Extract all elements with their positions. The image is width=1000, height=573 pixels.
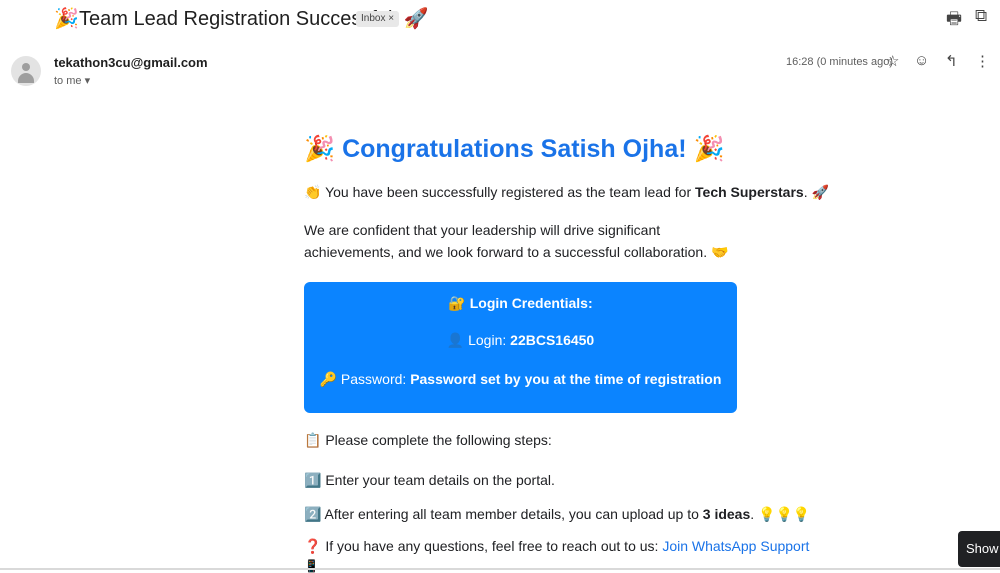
phone-icon: 📱	[304, 559, 319, 573]
ideas-count: 3 ideas	[702, 506, 751, 522]
recipient-dropdown[interactable]: to me ▾	[54, 74, 90, 87]
registration-paragraph: 👏 You have been successfully registered …	[304, 184, 829, 201]
remove-label-icon[interactable]: ×	[388, 13, 394, 24]
step-2: 2️⃣ After entering all team member detai…	[304, 506, 810, 523]
avatar-body-shape	[18, 73, 34, 83]
user-icon: 👤	[446, 332, 465, 348]
clap-emoji-icon: 👏	[304, 184, 322, 200]
login-line: 👤 Login: 22BCS16450	[304, 332, 737, 349]
inbox-label-text: Inbox	[361, 13, 386, 24]
open-new-window-icon[interactable]: ⧉	[975, 6, 987, 26]
party-emoji-icon: 🎉	[54, 8, 79, 30]
steps-intro: 📋 Please complete the following steps:	[304, 432, 552, 448]
step-2-end: . 💡💡💡	[750, 506, 811, 522]
team-name: Tech Superstars	[695, 184, 804, 200]
emoji-reaction-icon[interactable]: ☺	[914, 52, 929, 69]
bottom-divider	[0, 568, 1000, 570]
login-label: Login:	[464, 332, 511, 348]
show-button[interactable]: Show	[958, 531, 1000, 567]
help-line: ❓ If you have any questions, feel free t…	[304, 538, 809, 555]
star-icon[interactable]: ☆	[886, 52, 899, 70]
password-label: 🔑 Password:	[319, 371, 411, 387]
credentials-title: 🔐 Login Credentials:	[448, 295, 593, 311]
sender-avatar[interactable]	[11, 56, 41, 86]
sender-email[interactable]: tekathon3cu@gmail.com	[54, 55, 208, 70]
more-options-icon[interactable]: ⋮	[975, 52, 990, 70]
intro-text: You have been successfully registered as…	[321, 184, 696, 200]
inbox-label-chip[interactable]: Inbox ×	[356, 11, 400, 27]
congrats-heading: 🎉 Congratulations Satish Ojha! 🎉	[304, 135, 725, 163]
step-2-text: 2️⃣ After entering all team member detai…	[304, 506, 703, 522]
credentials-box: 🔐 Login Credentials: 👤 Login: 22BCS16450…	[304, 282, 737, 413]
print-icon[interactable]: 🖶	[946, 6, 962, 35]
password-value: Password set by you at the time of regis…	[410, 371, 722, 387]
help-text: ❓ If you have any questions, feel free t…	[304, 538, 663, 554]
avatar-head-shape	[22, 63, 30, 71]
reply-icon[interactable]: ↰	[945, 52, 958, 70]
whatsapp-support-link[interactable]: Join WhatsApp Support	[662, 538, 809, 554]
login-value: 22BCS16450	[510, 332, 595, 348]
message-time: 16:28 (0 minutes ago)	[786, 56, 894, 68]
subject-row: 🎉 Team Lead Registration Successful! 🚀 I…	[0, 0, 1000, 40]
confidence-paragraph: We are confident that your leadership wi…	[304, 222, 729, 260]
password-line: 🔑 Password: Password set by you at the t…	[304, 371, 737, 388]
intro-end: . 🚀	[803, 184, 829, 200]
step-1: 1️⃣ Enter your team details on the porta…	[304, 472, 555, 488]
